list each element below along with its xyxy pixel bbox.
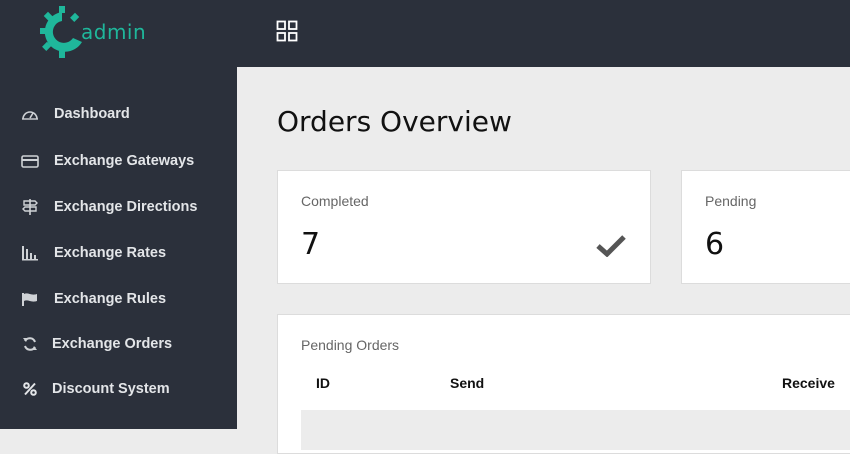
flag-icon [21,290,39,308]
sidebar: admin Dashboard Exchange Gateways Exchan… [0,0,237,429]
card-label: Completed [301,193,369,209]
sidebar-item-discount-system[interactable]: Discount System [0,369,237,409]
table-row[interactable] [301,410,850,450]
sidebar-item-label: Exchange Gateways [54,153,195,169]
sidebar-item-label: Exchange Rates [54,245,167,261]
column-header-send[interactable]: Send [450,375,484,391]
top-bar [237,0,850,67]
signpost-icon [21,198,39,216]
card-value: 7 [301,227,321,262]
sidebar-item-exchange-rules[interactable]: Exchange Rules [0,279,237,319]
sidebar-item-label: Exchange Rules [54,291,167,307]
percent-icon [21,380,39,398]
completed-card: Completed 7 [277,170,651,284]
card-value: 6 [705,227,725,262]
sidebar-item-label: Discount System [52,381,170,397]
sidebar-item-label: Exchange Directions [54,199,198,215]
speedometer-icon [21,105,39,123]
refresh-icon [21,335,39,353]
pending-card: Pending 6 [681,170,850,284]
column-header-id[interactable]: ID [316,375,330,391]
sidebar-item-exchange-orders[interactable]: Exchange Orders [0,324,237,364]
bar-chart-icon [21,244,39,262]
sidebar-item-label: Exchange Orders [52,336,173,352]
logo-gear-icon [40,6,82,58]
sidebar-item-exchange-gateways[interactable]: Exchange Gateways [0,141,237,181]
card-label: Pending [705,193,757,209]
sidebar-item-label: Dashboard [54,106,130,122]
credit-card-icon [21,152,39,170]
logo-text: admin [81,20,147,44]
page-title: Orders Overview [277,105,512,138]
column-header-receive[interactable]: Receive [782,375,835,391]
brand-logo[interactable]: admin [40,6,150,58]
sidebar-item-dashboard[interactable]: Dashboard [0,94,237,134]
check-icon [596,233,626,262]
pending-orders-panel: Pending Orders ID Send Receive [277,314,850,454]
sidebar-item-exchange-rates[interactable]: Exchange Rates [0,233,237,273]
panel-title: Pending Orders [301,337,400,353]
apps-grid-icon[interactable] [276,20,298,42]
sidebar-item-exchange-directions[interactable]: Exchange Directions [0,187,237,227]
